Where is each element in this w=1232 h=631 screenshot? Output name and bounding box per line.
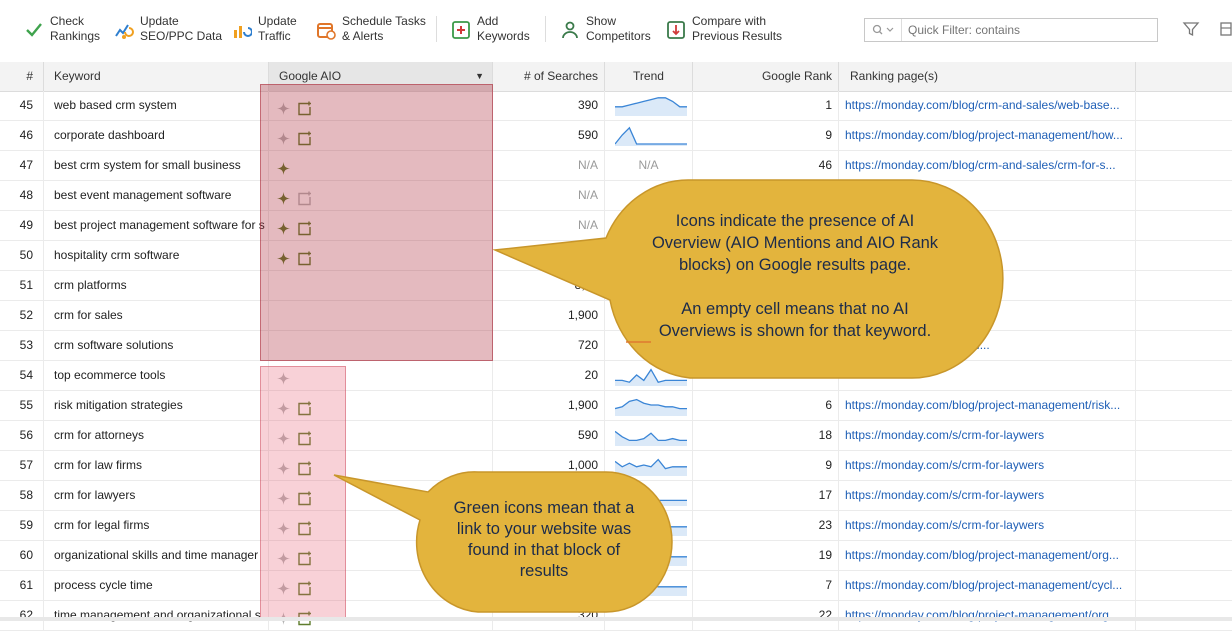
callout-top-line: Overview (AIO Mentions and AIO Rank xyxy=(651,234,939,252)
callout-top-text: Icons indicate the presence of AI Overvi… xyxy=(620,210,970,342)
callout-top-line: Icons indicate the presence of AI xyxy=(675,212,915,230)
callout-top-line: An empty cell means that no AI xyxy=(681,300,909,318)
callout-bottom-text: Green icons mean that a link to your web… xyxy=(430,498,658,582)
callout-bottom-line: results xyxy=(519,562,569,580)
horizontal-scrollbar[interactable] xyxy=(0,617,1232,621)
callout-top-line: Overviews is shown for that keyword. xyxy=(658,322,932,340)
callout-bottom-line: Green icons mean that a xyxy=(453,499,635,517)
callout-top-line: blocks) on Google results page. xyxy=(678,256,912,274)
callout-bottom-line: found in that block of xyxy=(467,541,621,559)
callout-bottom-line: link to your website was xyxy=(456,520,632,538)
